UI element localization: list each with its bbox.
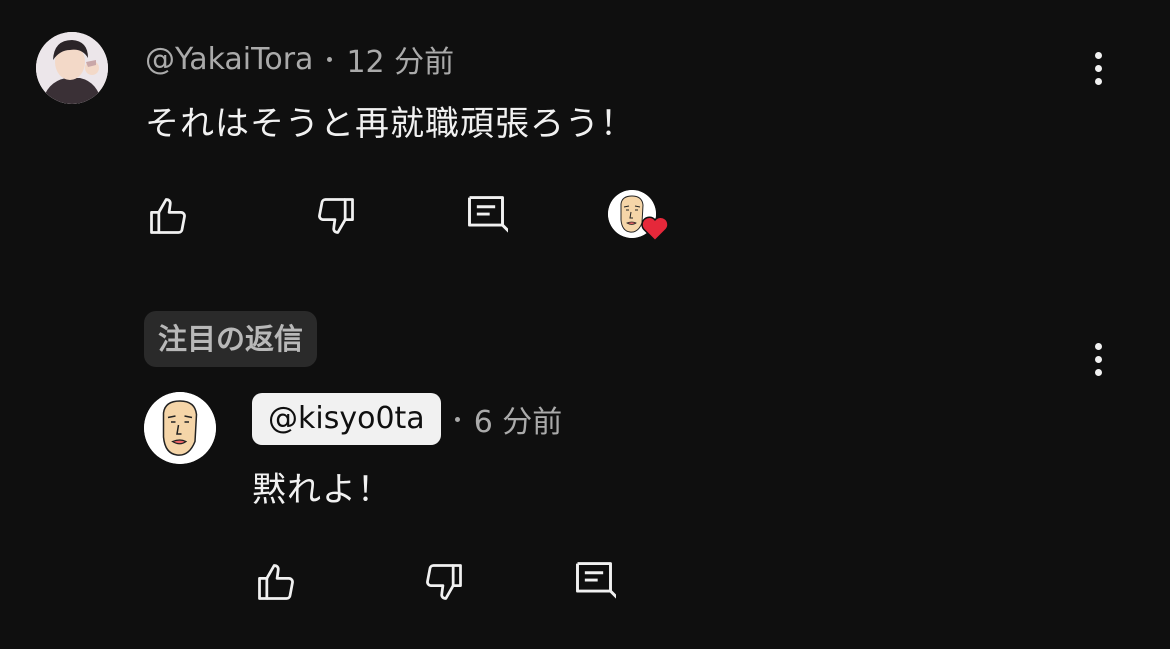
reply-avatar[interactable] bbox=[144, 392, 216, 464]
more-dot bbox=[1094, 64, 1102, 72]
reply-dislike-button[interactable] bbox=[420, 558, 468, 606]
comment-text: それはそうと再就職頑張ろう！ bbox=[145, 104, 635, 144]
comment-more-button[interactable] bbox=[1083, 43, 1113, 93]
comment-meta: @YakaiTora 12 分前 bbox=[145, 37, 454, 81]
comment-time: 12 分前 bbox=[346, 45, 455, 80]
reply-meta: @kisyo0ta 6 分前 bbox=[252, 393, 562, 445]
reply-icon bbox=[468, 196, 508, 233]
reply-more-button[interactable] bbox=[1083, 334, 1113, 384]
thumb-up-icon bbox=[150, 198, 186, 234]
thumb-down-icon bbox=[426, 564, 462, 600]
featured-reply-badge: 注目の返信 bbox=[144, 311, 318, 367]
heart-icon bbox=[641, 216, 669, 242]
separator-dot bbox=[454, 416, 460, 422]
more-dot bbox=[1094, 77, 1102, 85]
more-dot bbox=[1094, 355, 1102, 363]
reply-reply-button[interactable] bbox=[570, 557, 618, 605]
commenter-avatar[interactable] bbox=[36, 32, 108, 104]
reply-like-button[interactable] bbox=[252, 558, 300, 606]
comment-like-button[interactable] bbox=[144, 192, 192, 240]
comment-reply-button[interactable] bbox=[462, 191, 510, 239]
comment-author[interactable]: @YakaiTora bbox=[145, 42, 313, 77]
more-dot bbox=[1094, 368, 1102, 376]
more-dot bbox=[1094, 51, 1102, 59]
thumb-up-icon bbox=[258, 564, 294, 600]
reply-time: 6 分前 bbox=[473, 405, 563, 440]
thumb-down-icon bbox=[318, 198, 354, 234]
comment-dislike-button[interactable] bbox=[312, 192, 360, 240]
reply-icon bbox=[576, 562, 616, 599]
separator-dot bbox=[327, 56, 333, 62]
reply-author[interactable]: @kisyo0ta bbox=[252, 393, 441, 445]
reply-text: 黙れよ！ bbox=[252, 470, 392, 510]
creator-hearted-badge bbox=[608, 188, 672, 248]
more-dot bbox=[1094, 342, 1102, 350]
